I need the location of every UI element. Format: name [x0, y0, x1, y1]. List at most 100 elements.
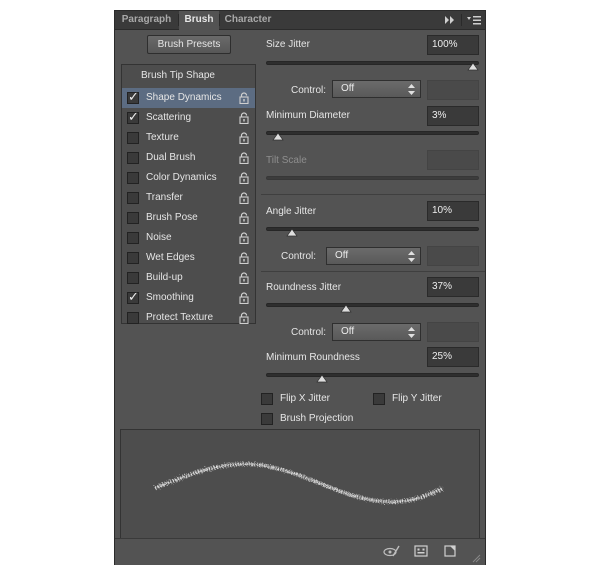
option-checkbox[interactable] [127, 172, 139, 184]
option-row[interactable]: Build-up [122, 268, 255, 288]
minimum-diameter-label: Minimum Diameter [266, 110, 350, 121]
control-select-1-value: Off [341, 83, 355, 94]
minimum-roundness-field[interactable]: 25% [427, 347, 479, 367]
roundness-jitter-slider[interactable] [266, 303, 479, 307]
option-row[interactable]: Transfer [122, 188, 255, 208]
option-checkbox[interactable] [127, 312, 139, 324]
minimum-diameter-field[interactable]: 3% [427, 106, 479, 126]
option-label: Protect Texture [146, 312, 214, 323]
option-checkbox[interactable] [127, 232, 139, 244]
lock-icon[interactable] [239, 212, 249, 225]
control-extra-field-2 [427, 246, 479, 266]
minimum-diameter-slider[interactable] [266, 131, 479, 135]
flip-y-jitter-checkbox[interactable]: Flip Y Jitter [373, 392, 483, 408]
flip-x-jitter-checkbox[interactable]: Flip X Jitter [261, 392, 371, 408]
option-row[interactable]: ✓ Smoothing [122, 288, 255, 308]
brush-stroke-preview [120, 429, 480, 539]
brush-projection-checkbox[interactable]: Brush Projection [261, 412, 391, 428]
option-label: Transfer [146, 192, 183, 203]
option-row[interactable]: Texture [122, 128, 255, 148]
flip-x-checkbox-box[interactable] [261, 393, 273, 405]
flip-x-jitter-label: Flip X Jitter [280, 393, 331, 404]
option-checkbox[interactable] [127, 192, 139, 204]
divider [261, 271, 485, 272]
tilt-scale-slider [266, 176, 479, 180]
tab-character[interactable]: Character [220, 11, 276, 29]
brush-stroke [154, 461, 444, 504]
option-label: Texture [146, 132, 179, 143]
lock-icon[interactable] [239, 132, 249, 145]
new-brush-icon[interactable] [443, 544, 457, 558]
toggle-live-tip-preview-icon[interactable] [382, 544, 400, 558]
control-select-2-value: Off [335, 250, 349, 261]
option-label: Shape Dynamics [146, 92, 222, 103]
lock-icon[interactable] [239, 292, 249, 305]
option-label: Brush Pose [146, 212, 198, 223]
tab-brush[interactable]: Brush [179, 11, 219, 30]
brush-projection-label: Brush Projection [280, 413, 354, 424]
lock-icon[interactable] [239, 312, 249, 325]
lock-icon[interactable] [239, 152, 249, 165]
minimum-roundness-slider[interactable] [266, 373, 479, 377]
brush-presets-button[interactable]: Brush Presets [147, 35, 231, 54]
size-jitter-slider[interactable] [266, 61, 479, 65]
angle-jitter-label: Angle Jitter [266, 206, 317, 217]
angle-jitter-field[interactable]: 10% [427, 201, 479, 221]
option-row[interactable]: Brush Pose [122, 208, 255, 228]
lock-icon[interactable] [239, 232, 249, 245]
option-label: Wet Edges [146, 252, 195, 263]
expand-icon[interactable] [443, 15, 457, 25]
option-label: Scattering [146, 112, 192, 123]
option-row[interactable]: ✓ Shape Dynamics [122, 88, 255, 108]
lock-icon[interactable] [239, 172, 249, 185]
brush-panel: Paragraph Brush Character Brush Presets … [114, 10, 486, 565]
brush-grid-icon[interactable] [414, 544, 428, 558]
control-select-2[interactable]: Off [326, 247, 421, 265]
option-row[interactable]: Color Dynamics [122, 168, 255, 188]
control-select-1[interactable]: Off [332, 80, 421, 98]
control-extra-field-1 [427, 80, 479, 100]
lock-icon[interactable] [239, 252, 249, 265]
size-jitter-field[interactable]: 100% [427, 35, 479, 55]
option-label: Dual Brush [146, 152, 196, 163]
flip-y-checkbox-box[interactable] [373, 393, 385, 405]
control-label-1: Control: [291, 85, 327, 96]
option-checkbox[interactable] [127, 152, 139, 164]
lock-icon[interactable] [239, 92, 249, 105]
brush-options-list: Brush Tip Shape ✓ Shape Dynamics ✓ Scatteri… [121, 64, 256, 325]
option-checkbox[interactable]: ✓ [127, 109, 139, 124]
lock-icon[interactable] [239, 192, 249, 205]
control-label-3: Control: [291, 327, 327, 338]
flip-y-jitter-label: Flip Y Jitter [392, 393, 442, 404]
option-checkbox[interactable] [127, 272, 139, 284]
control-select-3-value: Off [341, 326, 355, 337]
control-extra-field-3 [427, 322, 479, 342]
checkmark-icon: ✓ [128, 109, 139, 124]
option-checkbox[interactable] [127, 212, 139, 224]
option-row[interactable]: Protect Texture [122, 308, 255, 328]
panel-menu-icon[interactable] [466, 14, 482, 26]
option-row[interactable]: Dual Brush [122, 148, 255, 168]
brush-projection-checkbox-box[interactable] [261, 413, 273, 425]
size-jitter-label: Size Jitter [266, 39, 310, 50]
resize-grip-icon[interactable] [471, 553, 481, 563]
option-checkbox[interactable] [127, 132, 139, 144]
option-row[interactable]: ✓ Scattering [122, 108, 255, 128]
option-checkbox[interactable]: ✓ [127, 289, 139, 304]
tab-bar: Paragraph Brush Character [115, 11, 485, 30]
control-select-3[interactable]: Off [332, 323, 421, 341]
lock-icon[interactable] [239, 272, 249, 285]
option-label: Color Dynamics [146, 172, 217, 183]
option-row[interactable]: Noise [122, 228, 255, 248]
option-checkbox[interactable] [127, 252, 139, 264]
roundness-jitter-field[interactable]: 37% [427, 277, 479, 297]
tab-paragraph[interactable]: Paragraph [115, 11, 178, 29]
option-checkbox[interactable]: ✓ [127, 89, 139, 104]
lock-icon[interactable] [239, 112, 249, 125]
checkmark-icon: ✓ [128, 289, 139, 304]
option-label: Smoothing [146, 292, 194, 303]
option-row[interactable]: Wet Edges [122, 248, 255, 268]
divider [261, 194, 485, 195]
brush-tip-shape-item[interactable]: Brush Tip Shape [141, 69, 215, 83]
checkmark-icon: ✓ [128, 89, 139, 104]
